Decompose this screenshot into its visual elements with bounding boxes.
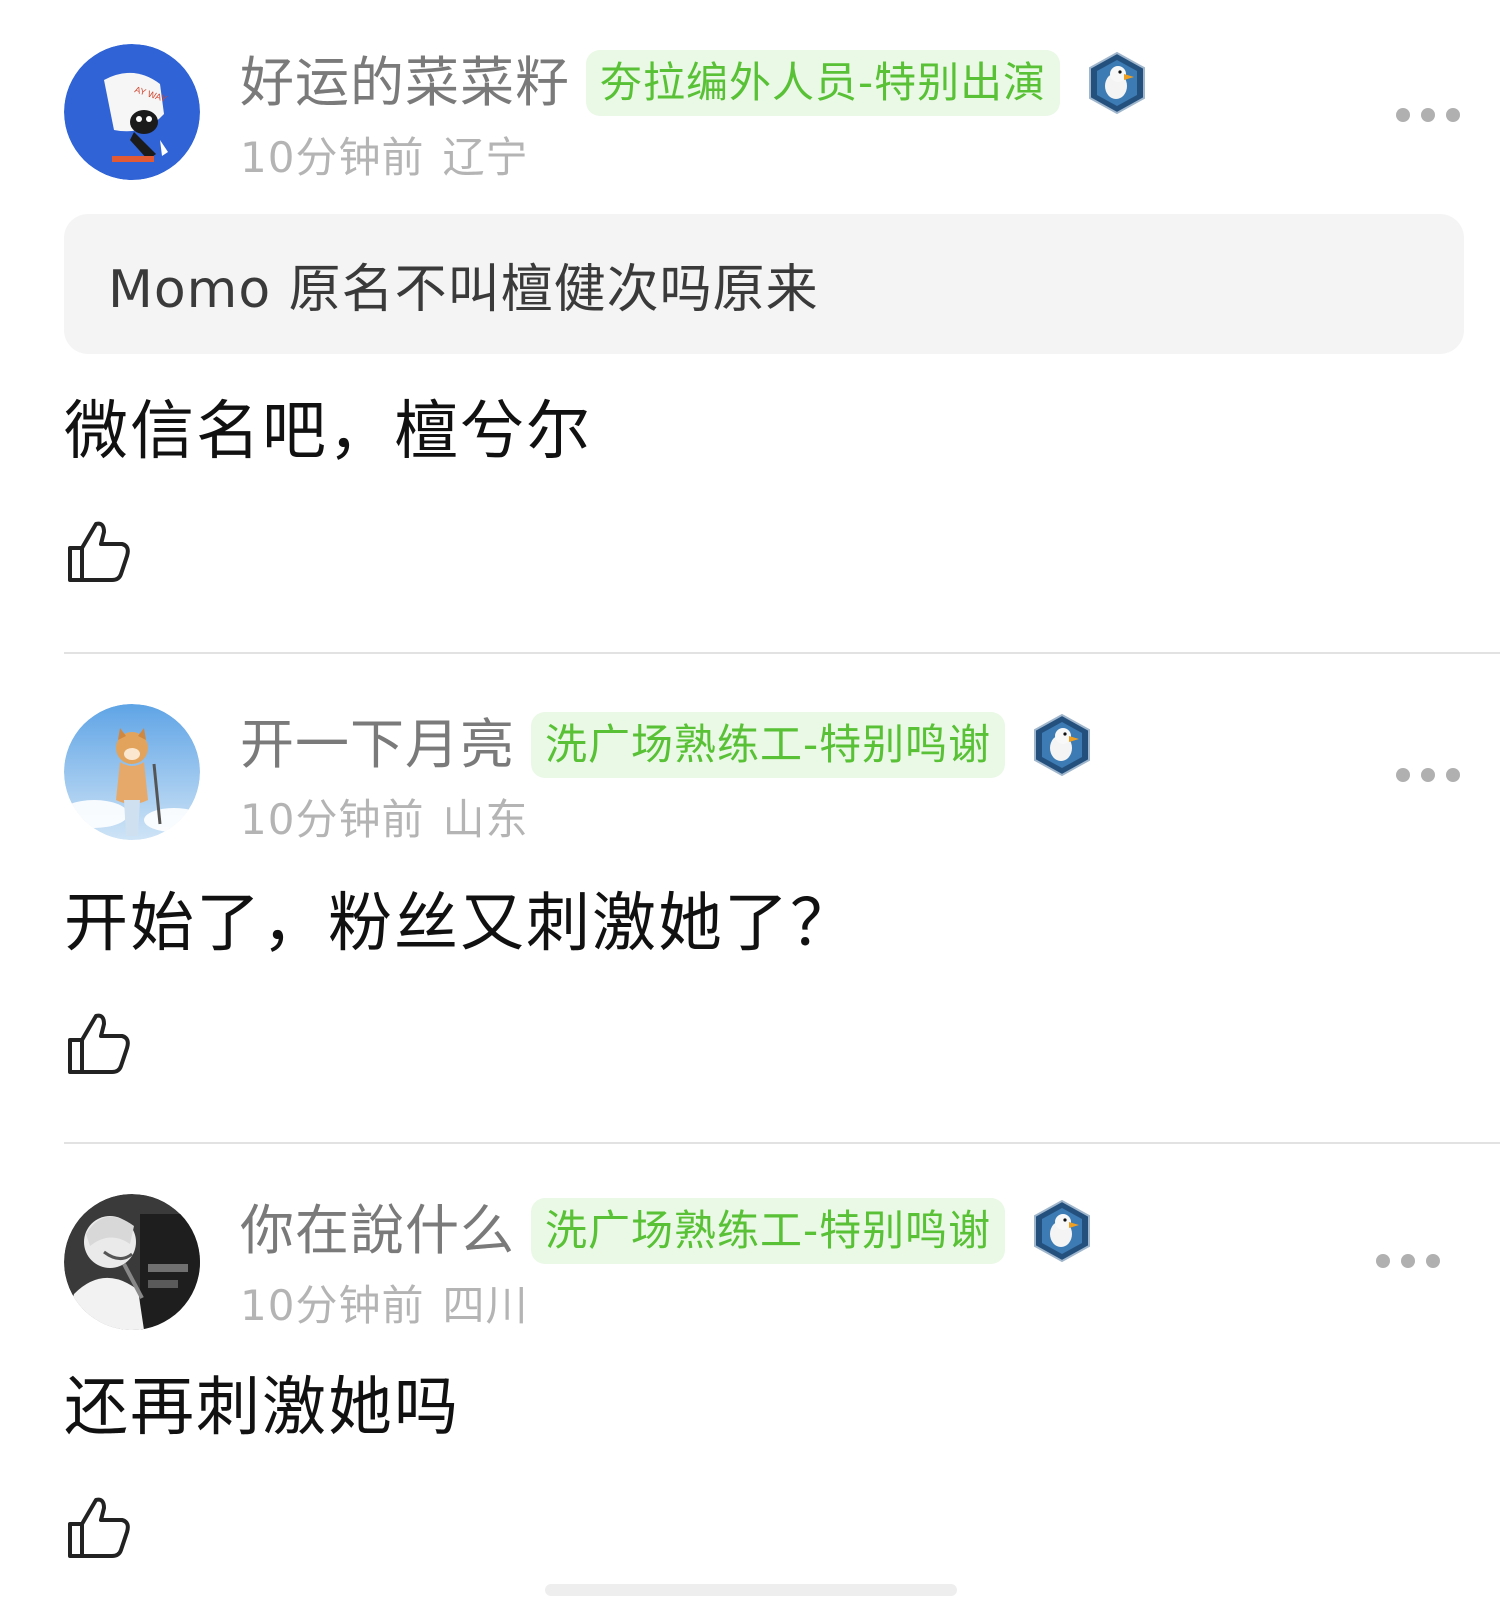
avatar[interactable] [64, 1194, 200, 1330]
more-options-button[interactable] [1376, 1246, 1440, 1276]
more-dot [1421, 108, 1435, 122]
more-dot [1446, 768, 1460, 782]
divider [64, 1142, 1500, 1144]
comment-time: 10分钟前 [240, 133, 425, 182]
comment-text: 还再刺激她吗 [64, 1371, 460, 1445]
duck-hexagon-icon[interactable] [1031, 1198, 1093, 1264]
divider [64, 652, 1500, 654]
more-options-button[interactable] [1396, 760, 1460, 790]
more-dot [1446, 108, 1460, 122]
quoted-text: Momo 原名不叫檀健次吗原来 [108, 259, 819, 320]
more-dot [1376, 1254, 1390, 1268]
more-options-button[interactable] [1396, 100, 1460, 130]
quoted-reply[interactable]: Momo 原名不叫檀健次吗原来 [64, 214, 1464, 354]
duck-hexagon-icon[interactable] [1031, 712, 1093, 778]
thumbs-up-icon[interactable] [64, 1008, 134, 1078]
duck-hexagon-icon[interactable] [1086, 50, 1148, 116]
comment-meta: 10分钟前 山东 [240, 794, 528, 846]
thumbs-up-icon[interactable] [64, 1492, 134, 1562]
more-dot [1421, 768, 1435, 782]
avatar[interactable] [64, 704, 200, 840]
comment-meta: 10分钟前 辽宁 [240, 132, 528, 184]
comment-location: 山东 [442, 795, 529, 844]
comment-text: 开始了，粉丝又刺激她了？ [64, 887, 856, 961]
user-title-badge[interactable]: 洗广场熟练工-特别鸣谢 [531, 712, 1006, 778]
more-dot [1401, 1254, 1415, 1268]
more-dot [1426, 1254, 1440, 1268]
comment-time: 10分钟前 [240, 795, 425, 844]
user-title-badge[interactable]: 洗广场熟练工-特别鸣谢 [531, 1198, 1006, 1264]
comment-text: 微信名吧，檀兮尔 [64, 395, 592, 469]
comment-location: 辽宁 [442, 133, 529, 182]
thumbs-up-icon[interactable] [64, 516, 134, 586]
username[interactable]: 好运的菜菜籽 [240, 50, 570, 116]
more-dot [1396, 768, 1410, 782]
comment-time: 10分钟前 [240, 1281, 425, 1330]
avatar[interactable]: AY WAY [64, 44, 200, 180]
user-title-badge[interactable]: 夯拉编外人员-特别出演 [586, 50, 1061, 116]
comment-location: 四川 [442, 1281, 529, 1330]
username[interactable]: 你在說什么 [240, 1198, 515, 1264]
more-dot [1396, 108, 1410, 122]
comment-meta: 10分钟前 四川 [240, 1280, 528, 1332]
username[interactable]: 开一下月亮 [240, 712, 515, 778]
home-indicator [545, 1584, 957, 1596]
